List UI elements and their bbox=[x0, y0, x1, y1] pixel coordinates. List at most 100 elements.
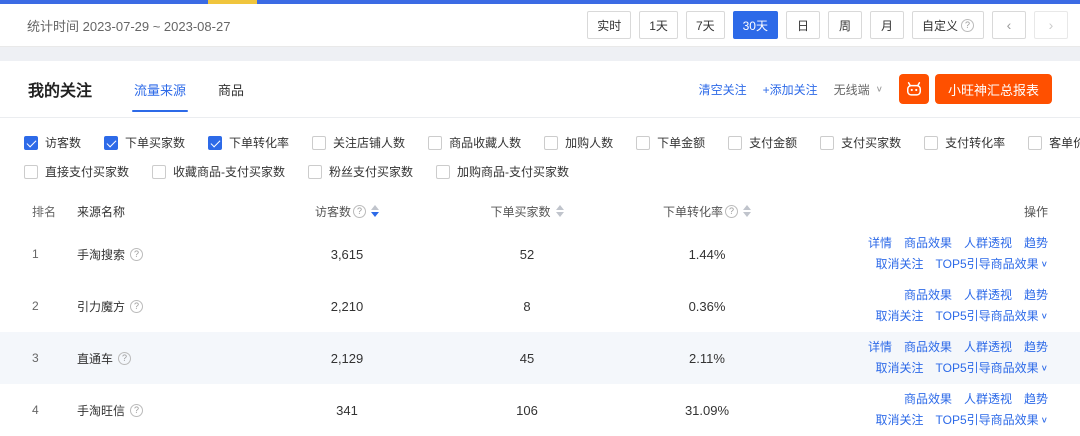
metric-label: 关注店铺人数 bbox=[333, 134, 405, 151]
audience-insight-link[interactable]: 人群透视 bbox=[964, 389, 1012, 410]
source-name-label: 直通车 bbox=[77, 350, 113, 367]
panel-title: 我的关注 bbox=[28, 77, 92, 101]
clear-focus-link[interactable]: 清空关注 bbox=[699, 81, 747, 98]
panel-header: 我的关注 流量来源 商品 清空关注 +添加关注 无线端 ∨ bbox=[0, 61, 1080, 118]
range-30day-button[interactable]: 30天 bbox=[733, 11, 778, 39]
range-week-button[interactable]: 周 bbox=[828, 11, 862, 39]
item-effect-link[interactable]: 商品效果 bbox=[904, 389, 952, 410]
checkbox-icon bbox=[1028, 136, 1042, 150]
audience-insight-link[interactable]: 人群透视 bbox=[964, 233, 1012, 254]
sort-order-cvr[interactable] bbox=[743, 205, 751, 217]
metric-label: 下单金额 bbox=[657, 134, 705, 151]
trend-link[interactable]: 趋势 bbox=[1024, 233, 1048, 254]
metric-label: 下单转化率 bbox=[229, 134, 289, 151]
detail-link[interactable]: 详情 bbox=[868, 233, 892, 254]
report-button[interactable]: 小旺神汇总报表 bbox=[935, 74, 1052, 104]
item-effect-link[interactable]: 商品效果 bbox=[904, 233, 952, 254]
header-order-cvr-label: 下单转化率 bbox=[663, 203, 723, 220]
chevron-down-icon: ∨ bbox=[1041, 308, 1048, 326]
audience-insight-link[interactable]: 人群透视 bbox=[964, 337, 1012, 358]
metric-checkbox-direct-pay-buyers[interactable]: 直接支付买家数 bbox=[24, 163, 129, 180]
action-links-line1: 详情 商品效果 人群透视 趋势 bbox=[797, 337, 1048, 358]
table-row-highlighted: 3 直通车 ? 2,129 45 2.11% 详情 商品效果 人群透视 趋势 取… bbox=[0, 332, 1080, 384]
row-source-name: 手淘旺信 ? bbox=[77, 402, 257, 419]
metric-label: 支付金额 bbox=[749, 134, 797, 151]
tab-traffic-source[interactable]: 流量来源 bbox=[134, 61, 186, 117]
metric-checkbox-order-buyers[interactable]: 下单买家数 bbox=[104, 134, 185, 151]
metric-checkbox-cart-adders[interactable]: 加购人数 bbox=[544, 134, 613, 151]
metric-checkbox-visitors[interactable]: 访客数 bbox=[24, 134, 81, 151]
metric-label: 客单价 bbox=[1049, 134, 1080, 151]
row-visitors: 2,129 bbox=[257, 351, 437, 366]
checkbox-icon bbox=[636, 136, 650, 150]
metric-label: 支付转化率 bbox=[945, 134, 1005, 151]
top5-effect-link[interactable]: TOP5引导商品效果 ∨ bbox=[936, 254, 1048, 275]
header-actions: 操作 bbox=[797, 203, 1048, 220]
help-icon[interactable]: ? bbox=[130, 300, 143, 313]
top5-effect-link[interactable]: TOP5引导商品效果 ∨ bbox=[936, 306, 1048, 327]
range-custom-button[interactable]: 自定义 ? bbox=[912, 11, 984, 39]
range-month-button[interactable]: 月 bbox=[870, 11, 904, 39]
metric-checkbox-avg-order-value[interactable]: 客单价 bbox=[1028, 134, 1080, 151]
sort-order-buyers[interactable] bbox=[556, 205, 564, 217]
metric-label: 加购人数 bbox=[565, 134, 613, 151]
help-icon[interactable]: ? bbox=[725, 205, 738, 218]
add-focus-link[interactable]: +添加关注 bbox=[763, 81, 818, 98]
metric-checkbox-pay-buyers[interactable]: 支付买家数 bbox=[820, 134, 901, 151]
focus-table: 排名 来源名称 访客数 ? 下单买家数 下单转化率 ? 操作 1 手淘搜索 ? bbox=[0, 194, 1080, 436]
unfollow-link[interactable]: 取消关注 bbox=[876, 358, 924, 379]
mascot-button[interactable] bbox=[899, 74, 929, 104]
tab-products[interactable]: 商品 bbox=[218, 61, 244, 117]
row-actions: 详情 商品效果 人群透视 趋势 取消关注 TOP5引导商品效果 ∨ bbox=[797, 337, 1048, 379]
help-icon[interactable]: ? bbox=[353, 205, 366, 218]
trend-link[interactable]: 趋势 bbox=[1024, 337, 1048, 358]
metric-checkbox-pay-amount[interactable]: 支付金额 bbox=[728, 134, 797, 151]
unfollow-link[interactable]: 取消关注 bbox=[876, 306, 924, 327]
range-realtime-button[interactable]: 实时 bbox=[587, 11, 631, 39]
panel-tabs: 流量来源 商品 bbox=[134, 61, 244, 117]
page-background-gap bbox=[0, 47, 1080, 61]
mascot-icon bbox=[904, 79, 924, 99]
sort-visitors[interactable] bbox=[371, 205, 379, 217]
range-day-button[interactable]: 日 bbox=[786, 11, 820, 39]
trend-link[interactable]: 趋势 bbox=[1024, 285, 1048, 306]
trend-link[interactable]: 趋势 bbox=[1024, 389, 1048, 410]
audience-insight-link[interactable]: 人群透视 bbox=[964, 285, 1012, 306]
row-visitors: 3,615 bbox=[257, 247, 437, 262]
chevron-down-icon: ∨ bbox=[876, 84, 883, 93]
next-period-button[interactable]: › bbox=[1034, 11, 1068, 39]
top5-effect-link[interactable]: TOP5引导商品效果 ∨ bbox=[936, 410, 1048, 431]
action-links-line2: 取消关注 TOP5引导商品效果 ∨ bbox=[797, 358, 1048, 379]
page-top-progress-strip bbox=[0, 0, 1080, 4]
help-icon[interactable]: ? bbox=[130, 248, 143, 261]
row-actions: 详情 商品效果 人群透视 趋势 取消关注 TOP5引导商品效果 ∨ bbox=[797, 233, 1048, 275]
help-icon[interactable]: ? bbox=[130, 404, 143, 417]
help-icon[interactable]: ? bbox=[118, 352, 131, 365]
metric-checkbox-pay-cvr[interactable]: 支付转化率 bbox=[924, 134, 1005, 151]
metric-label: 支付买家数 bbox=[841, 134, 901, 151]
detail-link[interactable]: 详情 bbox=[868, 337, 892, 358]
metric-checkbox-order-cvr[interactable]: 下单转化率 bbox=[208, 134, 289, 151]
checkbox-icon bbox=[436, 165, 450, 179]
metric-checkbox-order-amount[interactable]: 下单金额 bbox=[636, 134, 705, 151]
metric-checkbox-item-collectors[interactable]: 商品收藏人数 bbox=[428, 134, 521, 151]
range-7day-button[interactable]: 7天 bbox=[686, 11, 725, 39]
row-visitors: 2,210 bbox=[257, 299, 437, 314]
checkbox-icon bbox=[24, 136, 38, 150]
metric-checkbox-cart-pay-buyers[interactable]: 加购商品-支付买家数 bbox=[436, 163, 569, 180]
metric-checkbox-fans-pay-buyers[interactable]: 粉丝支付买家数 bbox=[308, 163, 413, 180]
metric-checkbox-collect-pay-buyers[interactable]: 收藏商品-支付买家数 bbox=[152, 163, 285, 180]
report-button-group: 小旺神汇总报表 bbox=[899, 74, 1052, 104]
checkbox-icon bbox=[728, 136, 742, 150]
unfollow-link[interactable]: 取消关注 bbox=[876, 410, 924, 431]
prev-period-button[interactable]: ‹ bbox=[992, 11, 1026, 39]
row-source-name: 引力魔方 ? bbox=[77, 298, 257, 315]
table-row: 4 手淘旺信 ? 341 106 31.09% 商品效果 人群透视 趋势 取消关… bbox=[0, 384, 1080, 436]
metric-checkbox-shop-followers[interactable]: 关注店铺人数 bbox=[312, 134, 405, 151]
item-effect-link[interactable]: 商品效果 bbox=[904, 337, 952, 358]
range-1day-button[interactable]: 1天 bbox=[639, 11, 678, 39]
top5-effect-link[interactable]: TOP5引导商品效果 ∨ bbox=[936, 358, 1048, 379]
terminal-select[interactable]: 无线端 ∨ bbox=[834, 81, 883, 98]
item-effect-link[interactable]: 商品效果 bbox=[904, 285, 952, 306]
unfollow-link[interactable]: 取消关注 bbox=[876, 254, 924, 275]
